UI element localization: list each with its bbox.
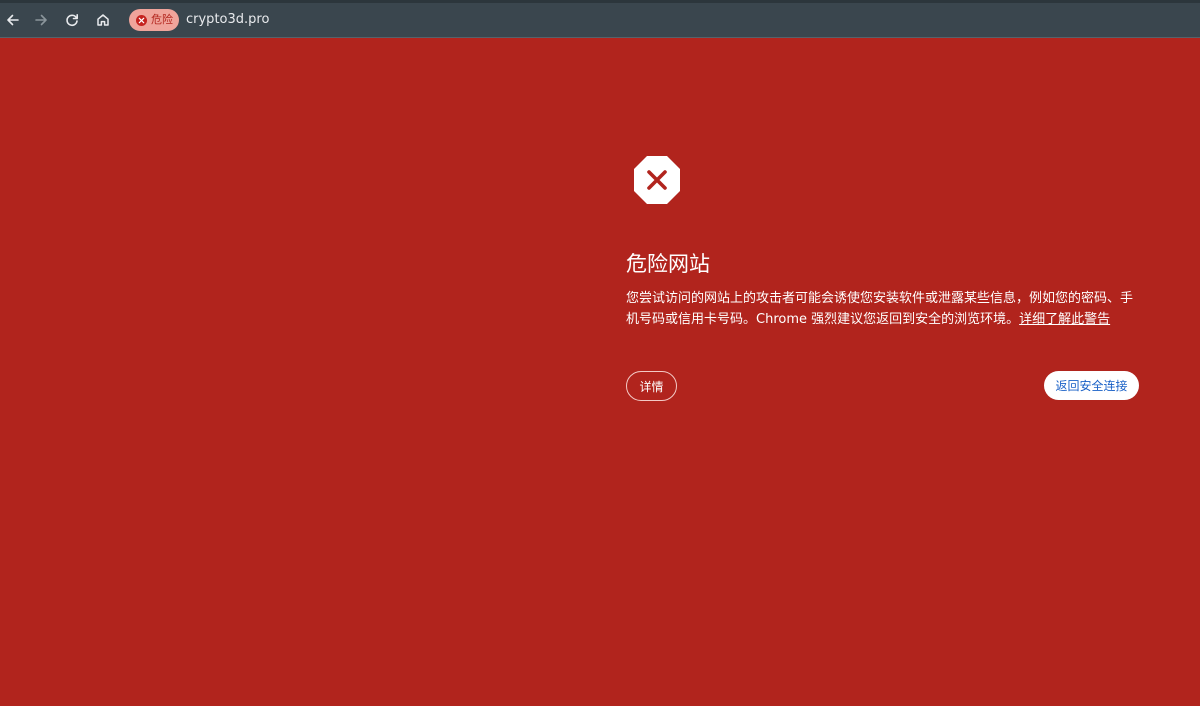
url-text[interactable]: crypto3d.pro [186,6,269,34]
back-button[interactable] [0,7,26,33]
address-bar[interactable]: 危险 crypto3d.pro [122,6,1200,36]
page-title: 危险网站 [626,252,710,276]
details-button[interactable]: 详情 [626,371,677,401]
browser-toolbar: 危险 crypto3d.pro [0,0,1200,38]
reload-button[interactable] [59,7,85,33]
home-icon [97,14,109,26]
close-circle-icon [136,14,147,26]
learn-more-link[interactable]: 详细了解此警告 [1019,312,1110,327]
forward-button[interactable] [28,7,54,33]
security-status-label: 危险 [151,13,173,26]
arrow-left-icon [7,14,19,26]
security-status-chip[interactable]: 危险 [129,9,179,31]
back-to-safety-button[interactable]: 返回安全连接 [1044,371,1139,400]
arrow-right-icon [35,14,47,26]
home-button[interactable] [90,7,116,33]
reload-icon [66,14,78,27]
stop-sign-x-icon [634,156,680,204]
warning-message: 您尝试访问的网站上的攻击者可能会诱使您安装软件或泄露某些信息，例如您的密码、手机… [626,288,1140,330]
